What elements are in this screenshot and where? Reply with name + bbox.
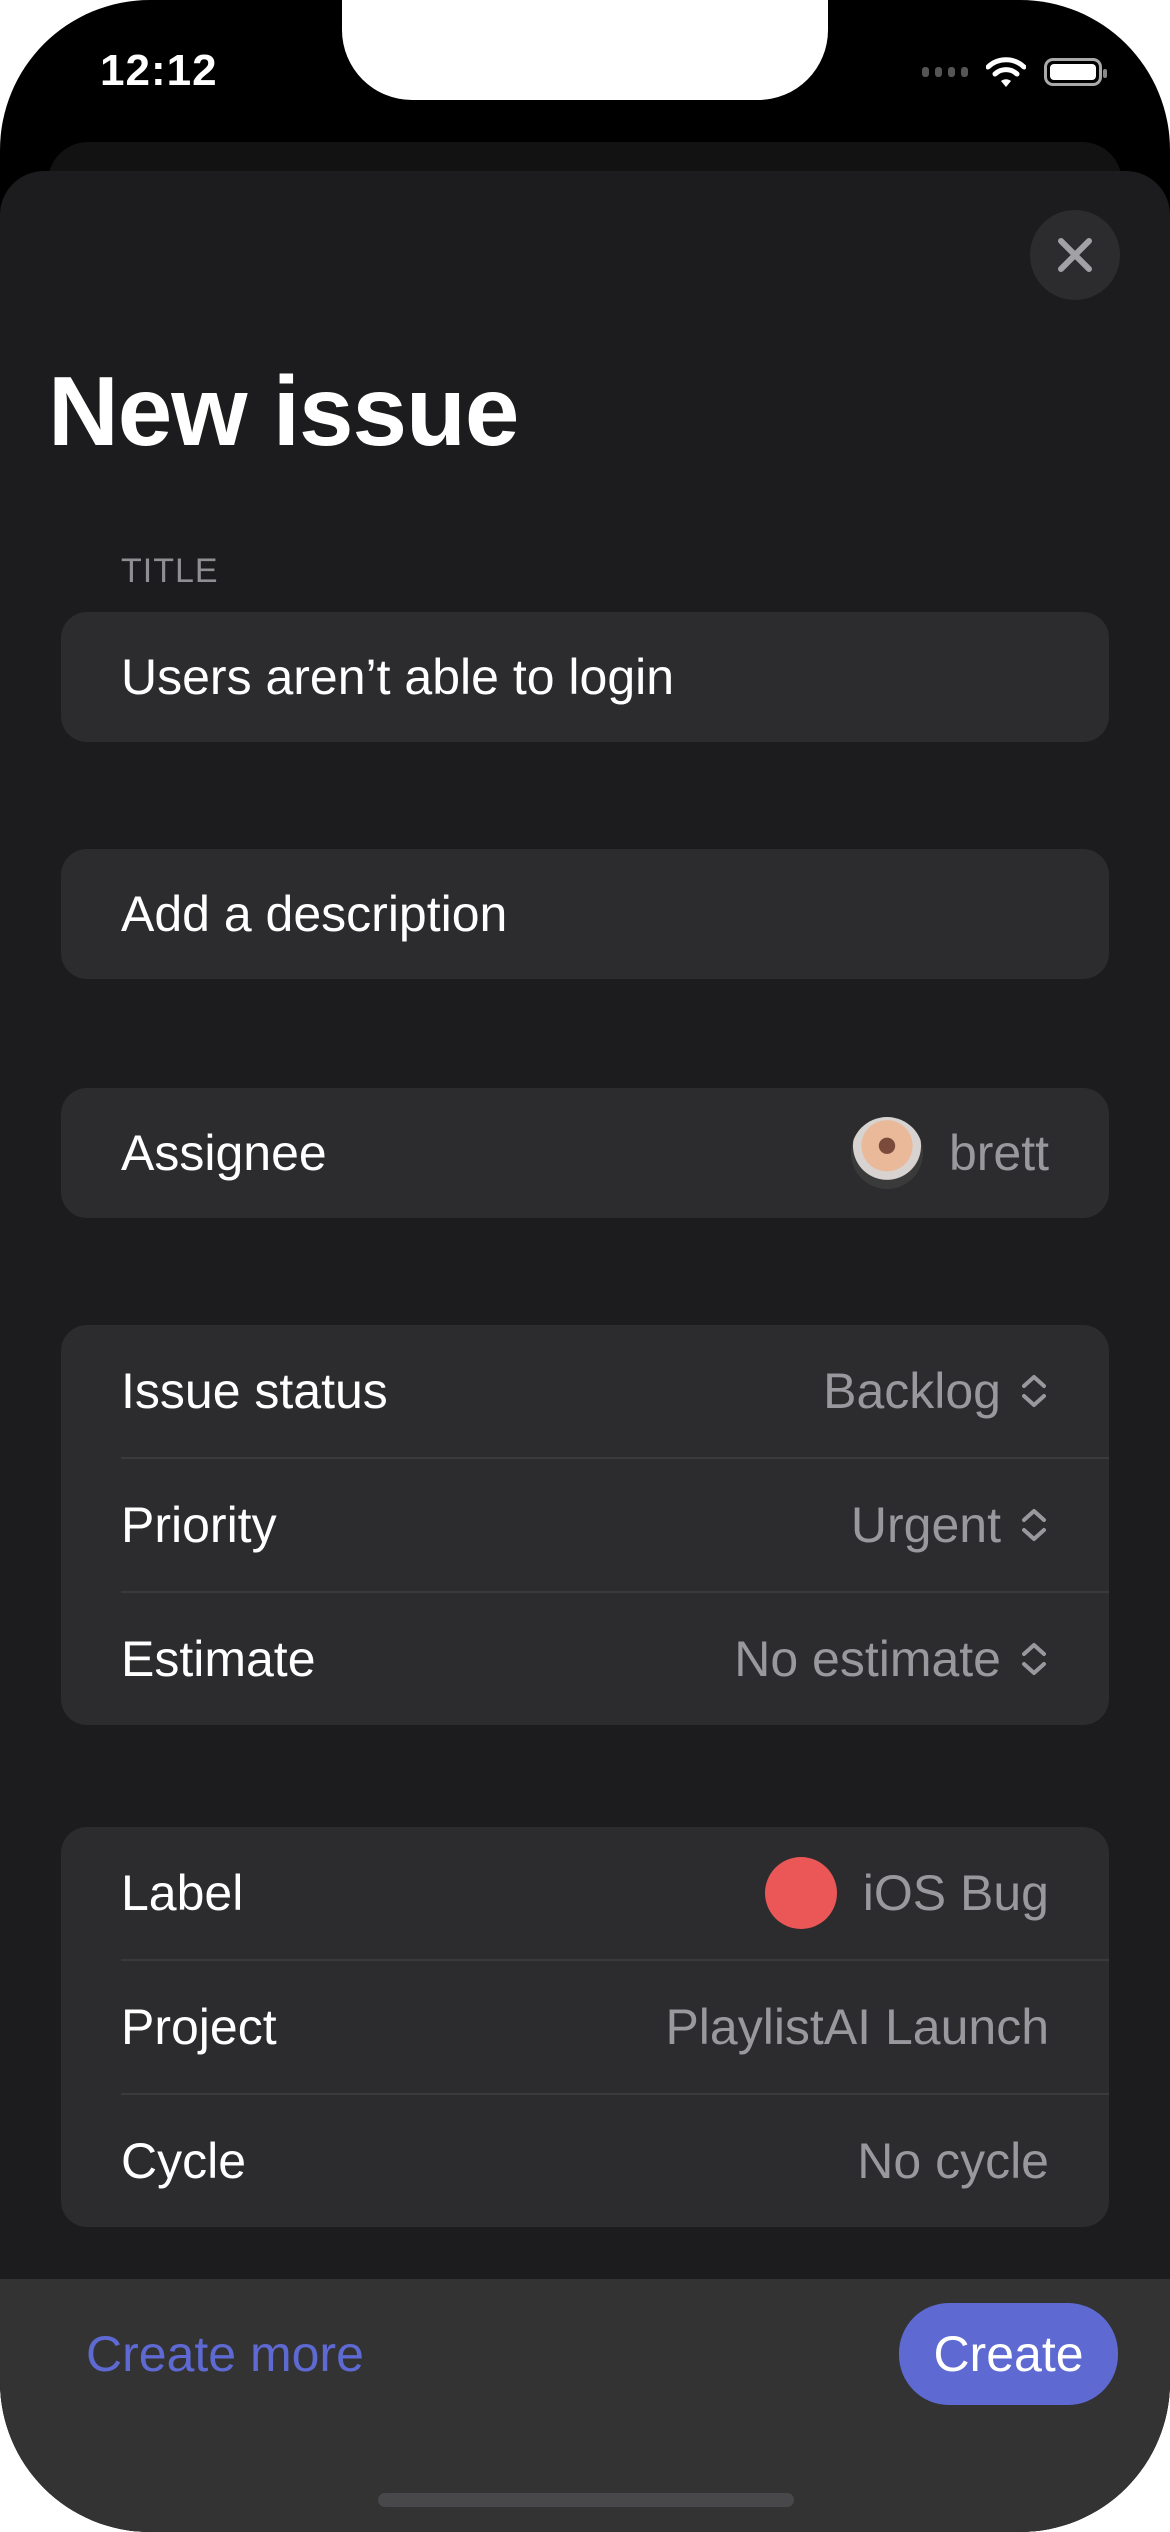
priority-row[interactable]: Priority Urgent — [121, 1459, 1109, 1593]
battery-icon — [1044, 58, 1107, 86]
home-indicator — [378, 2493, 794, 2507]
title-section-label: TITLE — [121, 552, 219, 590]
notch — [342, 0, 828, 100]
project-row[interactable]: Project PlaylistAI Launch — [121, 1961, 1109, 2095]
status-priority-group: Issue status Backlog Priority Urgent Est… — [61, 1325, 1109, 1725]
row-label: Issue status — [121, 1363, 388, 1419]
label-color-dot — [764, 1857, 837, 1929]
row-value: iOS Bug — [862, 1865, 1049, 1921]
description-input[interactable]: Add a description — [61, 849, 1109, 979]
assignee-field[interactable]: Assignee brett — [61, 1088, 1109, 1218]
create-more-button[interactable]: Create more — [86, 2325, 364, 2383]
avatar — [850, 1117, 923, 1189]
row-value: No cycle — [857, 2133, 1049, 2189]
estimate-row[interactable]: Estimate No estimate — [121, 1593, 1109, 1725]
xmark-icon — [1058, 238, 1092, 272]
row-label: Priority — [121, 1497, 277, 1553]
label-row[interactable]: Label iOS Bug — [121, 1827, 1109, 1961]
row-value: Urgent — [850, 1497, 1001, 1553]
page-title: New issue — [48, 356, 519, 466]
close-button[interactable] — [1030, 210, 1120, 300]
create-button[interactable]: Create — [899, 2303, 1118, 2405]
row-value: Backlog — [823, 1363, 1001, 1419]
issue-status-row[interactable]: Issue status Backlog — [121, 1325, 1109, 1459]
row-label: Cycle — [121, 2133, 247, 2189]
row-value: No estimate — [734, 1631, 1001, 1687]
status-icons — [922, 56, 1107, 88]
chevron-up-down-icon — [1022, 1509, 1046, 1541]
status-time: 12:12 — [100, 46, 218, 95]
row-label: Label — [121, 1865, 244, 1921]
row-value: PlaylistAI Launch — [665, 1999, 1049, 2055]
row-label: Estimate — [121, 1631, 316, 1687]
assignee-label: Assignee — [121, 1125, 327, 1181]
row-label: Project — [121, 1999, 277, 2055]
wifi-icon — [986, 57, 1026, 87]
chevron-up-down-icon — [1022, 1643, 1046, 1675]
phone-screen: 12:12 New issue TITLE Users aren’t able … — [0, 0, 1170, 2532]
cycle-row[interactable]: Cycle No cycle — [121, 2095, 1109, 2227]
title-input[interactable]: Users aren’t able to login — [61, 612, 1109, 742]
label-project-group: Label iOS Bug Project PlaylistAI Launch … — [61, 1827, 1109, 2227]
signal-icon — [922, 67, 968, 77]
chevron-up-down-icon — [1022, 1375, 1046, 1407]
assignee-value: brett — [948, 1125, 1049, 1181]
